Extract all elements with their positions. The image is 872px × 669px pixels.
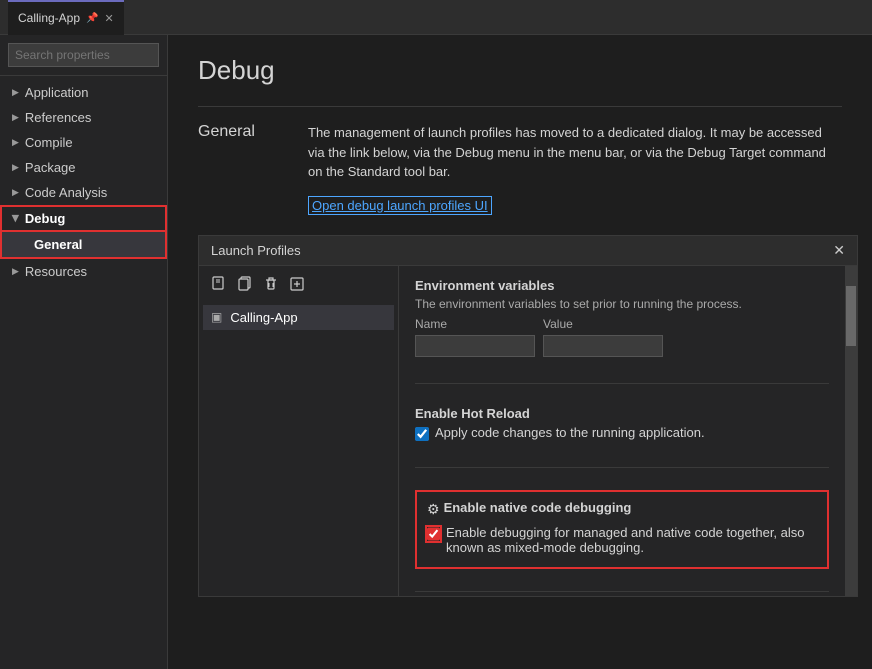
page-title: Debug [198, 55, 842, 86]
dialog-left-panel: ▣ Calling-App [199, 266, 399, 596]
sidebar-item-label: Code Analysis [25, 185, 107, 200]
sidebar-subitem-label: General [34, 237, 82, 252]
env-vars-desc: The environment variables to set prior t… [415, 297, 829, 311]
sidebar-item-code-analysis[interactable]: ▶ Code Analysis [0, 180, 167, 205]
hot-reload-section: Enable Hot Reload Apply code changes to … [415, 406, 829, 445]
env-value-input[interactable] [543, 335, 663, 357]
sidebar: ▶ Application ▶ References ▶ Compile ▶ P… [0, 35, 168, 669]
divider-3 [415, 591, 829, 592]
native-debug-checkbox-row: Enable debugging for managed and native … [427, 525, 817, 555]
title-bar: Calling-App 📌 ✕ [0, 0, 872, 35]
toolbar-btn-delete[interactable] [259, 274, 283, 297]
content-area: Debug General The management of launch p… [168, 35, 872, 669]
sidebar-item-compile[interactable]: ▶ Compile [0, 130, 167, 155]
tab-pin-icon: 📌 [86, 13, 98, 24]
chevron-icon: ▶ [12, 162, 19, 173]
dialog-scrollbar[interactable] [845, 266, 857, 596]
divider-1 [415, 383, 829, 384]
sidebar-item-label: Resources [25, 264, 87, 279]
dialog-toolbar [203, 274, 394, 297]
native-debug-label: Enable debugging for managed and native … [446, 525, 817, 555]
chevron-icon: ▶ [12, 137, 19, 148]
hot-reload-checkbox[interactable] [415, 427, 429, 441]
profile-app-icon: ▣ [211, 310, 222, 324]
native-debug-title: Enable native code debugging [444, 500, 632, 515]
description-text: The management of launch profiles has mo… [308, 123, 842, 182]
toolbar-btn-add[interactable] [207, 274, 231, 297]
editor-tab[interactable]: Calling-App 📌 ✕ [8, 0, 124, 35]
env-table-inputs [415, 335, 829, 357]
sidebar-item-label: Package [25, 160, 76, 175]
main-layout: ▶ Application ▶ References ▶ Compile ▶ P… [0, 35, 872, 669]
env-table-headers: Name Value [415, 317, 829, 331]
hot-reload-checkbox-row: Apply code changes to the running applic… [415, 425, 829, 441]
dialog-right-panel: Environment variables The environment va… [399, 266, 845, 596]
native-debug-title-row: ⚙ Enable native code debugging [427, 500, 817, 519]
dialog-settings: Environment variables The environment va… [415, 278, 829, 596]
chevron-icon: ▶ [10, 215, 21, 222]
divider-2 [415, 467, 829, 468]
toolbar-btn-rename[interactable] [285, 274, 309, 297]
chevron-icon: ▶ [12, 187, 19, 198]
chevron-icon: ▶ [12, 266, 19, 277]
dialog-body: ▣ Calling-App Environment variables The … [199, 266, 857, 596]
dialog-title-bar: Launch Profiles ✕ [199, 236, 857, 266]
env-col-name: Name [415, 317, 535, 331]
sidebar-item-debug[interactable]: ▶ Debug [0, 205, 167, 232]
native-debug-section: ⚙ Enable native code debugging Enable de… [415, 490, 829, 569]
hot-reload-label: Apply code changes to the running applic… [435, 425, 705, 440]
search-input[interactable] [8, 43, 159, 67]
hot-reload-title: Enable Hot Reload [415, 406, 829, 421]
dialog-close-button[interactable]: ✕ [833, 242, 845, 259]
tab-label: Calling-App [18, 11, 80, 25]
dialog-scrollbar-thumb[interactable] [846, 286, 856, 346]
toolbar-btn-copy[interactable] [233, 274, 257, 297]
profile-item[interactable]: ▣ Calling-App [203, 305, 394, 330]
nav-list: ▶ Application ▶ References ▶ Compile ▶ P… [0, 76, 167, 288]
native-debug-checkbox[interactable] [427, 527, 440, 541]
env-vars-section: Environment variables The environment va… [415, 278, 829, 361]
chevron-icon: ▶ [12, 112, 19, 123]
profile-name: Calling-App [230, 310, 297, 325]
tab-close-button[interactable]: ✕ [105, 12, 114, 25]
sidebar-item-references[interactable]: ▶ References [0, 105, 167, 130]
sidebar-item-label: Debug [25, 211, 65, 226]
sidebar-item-label: Application [25, 85, 89, 100]
sidebar-item-label: Compile [25, 135, 73, 150]
dialog-title: Launch Profiles [211, 243, 301, 258]
sidebar-item-application[interactable]: ▶ Application [0, 80, 167, 105]
env-name-input[interactable] [415, 335, 535, 357]
section-title: General [198, 123, 278, 141]
sidebar-item-label: References [25, 110, 91, 125]
open-debug-profiles-link[interactable]: Open debug launch profiles UI [308, 196, 492, 215]
chevron-icon: ▶ [12, 87, 19, 98]
search-box [0, 35, 167, 76]
launch-profiles-dialog: Launch Profiles ✕ [198, 235, 858, 597]
sidebar-item-package[interactable]: ▶ Package [0, 155, 167, 180]
env-col-value: Value [543, 317, 663, 331]
sidebar-item-resources[interactable]: ▶ Resources [0, 259, 167, 284]
sidebar-subitem-general[interactable]: General [0, 232, 167, 259]
gear-icon: ⚙ [427, 501, 440, 518]
env-vars-title: Environment variables [415, 278, 829, 293]
